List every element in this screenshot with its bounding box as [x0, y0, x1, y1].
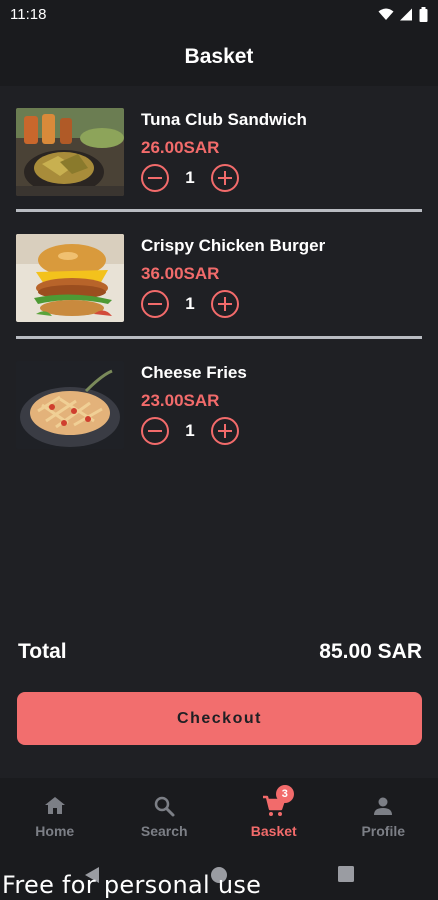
item-price: 36.00SAR [141, 264, 220, 283]
increase-quantity-button[interactable] [211, 417, 239, 445]
fries-photo [16, 361, 124, 449]
tab-label: Profile [361, 823, 406, 839]
app-header: Basket [0, 28, 438, 86]
total-row: Total 85.00 SAR [18, 640, 422, 664]
item-divider [16, 336, 422, 339]
item-name: Crispy Chicken Burger [141, 236, 326, 255]
total-label: Total [18, 640, 67, 663]
basket-item-cheese-fries: Cheese Fries 23.00SAR 1 [16, 361, 422, 453]
quantity-value: 1 [185, 168, 195, 187]
quantity-stepper: 1 [141, 164, 307, 192]
item-name: Tuna Club Sandwich [141, 110, 307, 129]
battery-icon [419, 6, 428, 22]
search-icon [152, 794, 176, 818]
item-info: Tuna Club Sandwich 26.00SAR 1 [141, 108, 307, 200]
person-icon [371, 794, 395, 818]
basket-item-crispy-chicken-burger: Crispy Chicken Burger 36.00SAR 1 [16, 234, 422, 326]
signal-icon [400, 8, 412, 20]
checkout-label: Checkout [177, 709, 262, 727]
recents-icon[interactable] [338, 866, 354, 882]
item-info: Cheese Fries 23.00SAR 1 [141, 361, 247, 453]
cart-icon: 3 [262, 785, 294, 818]
wifi-icon [378, 8, 394, 20]
page-title: Basket [184, 45, 254, 68]
quantity-stepper: 1 [141, 290, 325, 318]
total-value: 85.00 SAR [319, 640, 422, 663]
tab-home[interactable]: Home [0, 778, 110, 854]
quantity-value: 1 [185, 294, 195, 313]
minus-icon [148, 176, 162, 180]
status-bar: 11:18 [0, 0, 438, 28]
decrease-quantity-button[interactable] [141, 417, 169, 445]
tab-label: Search [140, 823, 188, 839]
tab-profile[interactable]: Profile [329, 778, 438, 854]
status-time: 11:18 [10, 5, 47, 23]
tab-search[interactable]: Search [110, 778, 220, 854]
quantity-stepper: 1 [141, 417, 247, 445]
item-info: Crispy Chicken Burger 36.00SAR 1 [141, 234, 325, 326]
burger-photo [16, 234, 124, 322]
decrease-quantity-button[interactable] [141, 164, 169, 192]
item-price: 23.00SAR [141, 391, 220, 410]
increase-quantity-button[interactable] [211, 164, 239, 192]
item-price: 26.00SAR [141, 138, 220, 157]
minus-icon [148, 302, 162, 306]
bottom-tab-bar: Home Search 3 Basket Profile [0, 778, 438, 854]
basket-item-tuna-club-sandwich: Tuna Club Sandwich 26.00SAR 1 [16, 108, 422, 200]
tab-label: Basket [250, 823, 297, 839]
home-icon [43, 794, 67, 818]
watermark-text: Free for personal use [2, 871, 262, 899]
item-divider [16, 209, 422, 212]
increase-quantity-button[interactable] [211, 290, 239, 318]
sandwich-photo [16, 108, 124, 196]
tab-label: Home [35, 823, 75, 839]
cart-count-badge: 3 [275, 785, 294, 803]
checkout-button[interactable]: Checkout [17, 692, 422, 745]
tab-basket[interactable]: 3 Basket [219, 778, 329, 854]
item-name: Cheese Fries [141, 363, 247, 382]
status-icons [378, 6, 428, 22]
quantity-value: 1 [185, 421, 195, 440]
decrease-quantity-button[interactable] [141, 290, 169, 318]
minus-icon [148, 429, 162, 433]
